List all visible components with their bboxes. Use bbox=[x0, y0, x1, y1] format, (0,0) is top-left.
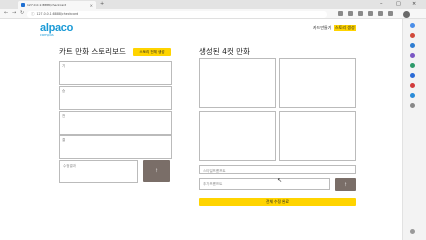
favorites-icon[interactable] bbox=[348, 11, 353, 16]
url-text: 127.0.0.1:8888/checkcard bbox=[36, 12, 79, 16]
app-icon[interactable] bbox=[410, 83, 415, 88]
scene-label: 전 bbox=[62, 114, 66, 118]
profile-avatar[interactable] bbox=[403, 10, 410, 18]
scene-label: 승 bbox=[62, 89, 66, 93]
edge-sidebar bbox=[402, 19, 426, 240]
scene-input-3[interactable]: 전 bbox=[59, 111, 172, 135]
add-icon[interactable] bbox=[410, 103, 415, 108]
comic-panel-3 bbox=[199, 111, 276, 161]
generated-comic-title: 생성된 4컷 만화 bbox=[199, 47, 250, 56]
comic-panel-4 bbox=[279, 111, 356, 161]
shopping-icon[interactable] bbox=[410, 33, 415, 38]
back-icon[interactable]: ← bbox=[4, 10, 8, 16]
info-icon: ⓘ bbox=[31, 11, 35, 16]
extra-prompt-placeholder: 추가프롬프트 bbox=[203, 181, 223, 186]
browser-tab-bar: 127.0.0.1:8888/checkcard × + – □ × bbox=[0, 0, 426, 9]
address-bar[interactable]: ⓘ 127.0.0.1:8888/checkcard bbox=[27, 10, 327, 18]
style-prompt-input[interactable]: 스타일프롬프트 bbox=[199, 165, 356, 174]
app-icon[interactable] bbox=[410, 93, 415, 98]
nav-link-story-create[interactable]: 스토리 생성 bbox=[334, 25, 356, 31]
modify-send-button[interactable]: ↑ bbox=[143, 160, 170, 182]
scene-input-4[interactable]: 결 bbox=[59, 135, 172, 159]
games-icon[interactable] bbox=[410, 53, 415, 58]
minimize-icon[interactable]: – bbox=[380, 1, 383, 7]
scene-label: 결 bbox=[62, 138, 66, 142]
arrow-up-icon: ↑ bbox=[155, 168, 158, 174]
scene-input-2[interactable]: 승 bbox=[59, 86, 172, 110]
prompt-send-button[interactable]: ↑ bbox=[335, 178, 356, 191]
comic-panel-2 bbox=[279, 58, 356, 108]
style-prompt-placeholder: 스타일프롬프트 bbox=[203, 168, 226, 173]
browser-essentials-icon[interactable] bbox=[378, 11, 383, 16]
forward-icon[interactable]: → bbox=[12, 10, 16, 16]
office-icon[interactable] bbox=[410, 63, 415, 68]
split-screen-icon[interactable] bbox=[358, 11, 363, 16]
comic-panel-1 bbox=[199, 58, 276, 108]
generate-story-button[interactable]: 스토리 전체 생성 bbox=[133, 48, 171, 56]
complete-edit-button[interactable]: 전체 수정 완료 bbox=[199, 198, 356, 206]
outlook-icon[interactable] bbox=[410, 73, 415, 78]
collections-icon[interactable] bbox=[368, 11, 373, 16]
tab-title: 127.0.0.1:8888/checkcard bbox=[27, 3, 67, 7]
close-window-icon[interactable]: × bbox=[412, 1, 416, 7]
browser-toolbar: ← → ↻ ⓘ 127.0.0.1:8888/checkcard bbox=[0, 9, 426, 19]
favicon-icon bbox=[21, 3, 25, 7]
downloads-icon[interactable] bbox=[388, 11, 393, 16]
nav-link-make-card[interactable]: 카드만들기 bbox=[313, 25, 331, 31]
scene-input-1[interactable]: 기 bbox=[59, 61, 172, 85]
settings-icon[interactable] bbox=[410, 229, 415, 234]
storyboard-title: 카트 만화 스토리보드 bbox=[59, 47, 126, 56]
modify-placeholder: 수정결과 bbox=[63, 164, 76, 168]
logo-subtitle: campus bbox=[40, 33, 54, 37]
extension-icon[interactable] bbox=[338, 11, 343, 16]
extra-prompt-input[interactable]: 추가프롬프트 bbox=[199, 178, 330, 190]
reload-icon[interactable]: ↻ bbox=[20, 10, 24, 16]
arrow-up-icon: ↑ bbox=[344, 181, 347, 188]
browser-tab[interactable]: 127.0.0.1:8888/checkcard × bbox=[18, 1, 96, 9]
close-tab-icon[interactable]: × bbox=[90, 3, 93, 8]
modify-input[interactable]: 수정결과 bbox=[59, 160, 138, 183]
scene-label: 기 bbox=[62, 64, 66, 68]
new-tab-icon[interactable]: + bbox=[100, 1, 104, 7]
tools-icon[interactable] bbox=[410, 43, 415, 48]
mouse-cursor-icon: ↖ bbox=[277, 177, 283, 184]
maximize-icon[interactable]: □ bbox=[396, 1, 401, 7]
search-icon[interactable] bbox=[410, 23, 415, 28]
